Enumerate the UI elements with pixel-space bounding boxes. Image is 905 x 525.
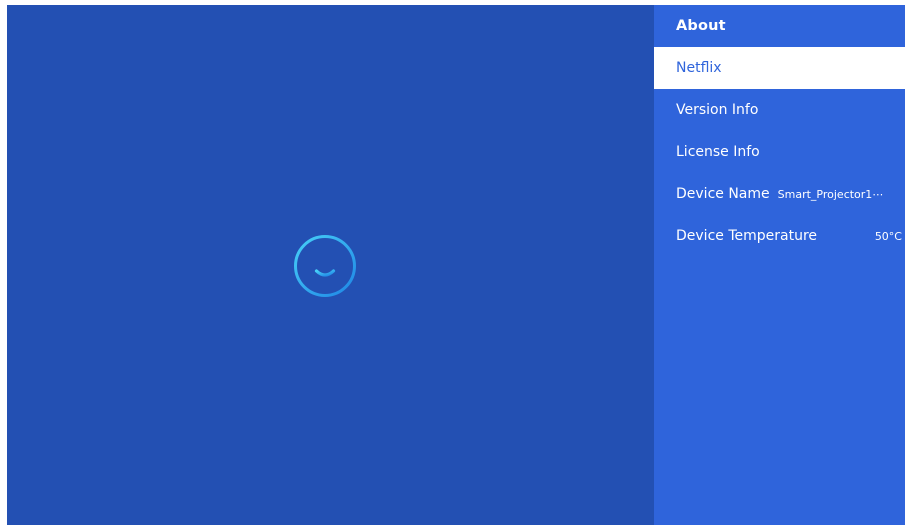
menu-item-label: Device Name bbox=[676, 186, 770, 202]
menu-item-device-temperature[interactable]: Device Temperature 50°C bbox=[654, 215, 905, 257]
menu-item-device-name[interactable]: Device Name Smart_Projector1⋯ bbox=[654, 173, 905, 215]
smiley-power-icon bbox=[294, 235, 356, 297]
menu-item-label: Netflix bbox=[676, 60, 722, 76]
device-temperature-value: 50°C bbox=[874, 229, 902, 243]
menu-item-netflix[interactable]: Netflix bbox=[654, 47, 905, 89]
menu-item-label: License Info bbox=[676, 144, 760, 160]
menu-item-version-info[interactable]: Version Info bbox=[654, 89, 905, 131]
about-panel: About Netflix Version Info License Info … bbox=[654, 5, 905, 525]
device-name-value: Smart_Projector1⋯ bbox=[777, 187, 884, 201]
main-background bbox=[7, 5, 654, 525]
menu-item-label: Device Temperature bbox=[676, 228, 818, 244]
menu-item-label: Version Info bbox=[676, 102, 759, 118]
panel-title: About bbox=[676, 18, 726, 34]
tv-screen: About Netflix Version Info License Info … bbox=[7, 5, 905, 525]
menu-item-license-info[interactable]: License Info bbox=[654, 131, 905, 173]
